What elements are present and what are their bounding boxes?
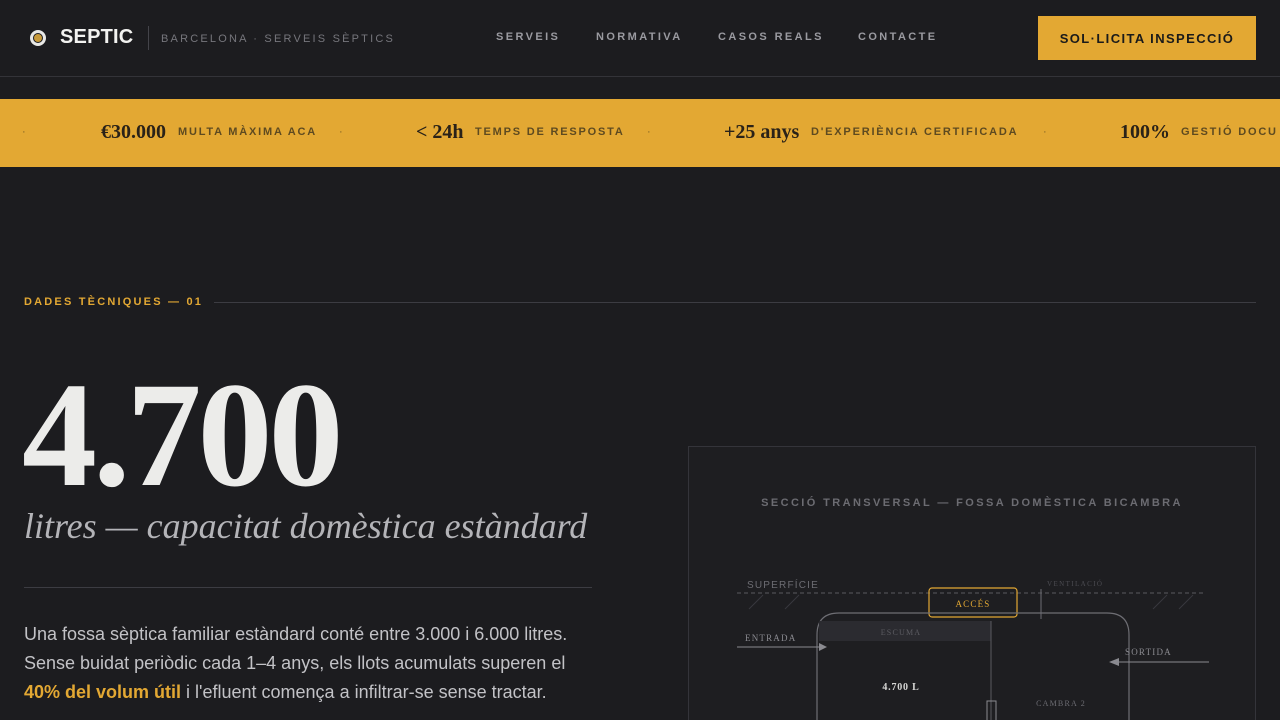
outlet-label: SORTIDA — [1125, 647, 1172, 657]
volume-label: 4.700 L — [882, 682, 919, 693]
nav-link-contacte[interactable]: CONTACTE — [858, 31, 938, 43]
request-inspection-button[interactable]: SOL·LICITA INSPECCIÓ — [1038, 16, 1256, 60]
tank-cross-section-diagram: SUPERFÍCIE VENTILACIÓ ACCÉS ESCUMA ENTRA… — [737, 578, 1209, 720]
vent-label: VENTILACIÓ — [1047, 580, 1103, 588]
ticker-value: +25 anys — [724, 121, 800, 143]
ticker-label: TEMPS DE RESPOSTA — [475, 126, 625, 138]
capacity-number: 4.700 — [22, 352, 343, 518]
nav-link-normativa[interactable]: NORMATIVA — [596, 31, 683, 43]
ticker-separator: · — [647, 126, 651, 138]
content-divider — [24, 587, 592, 588]
surface-label: SUPERFÍCIE — [747, 578, 819, 591]
capacity-subtitle: litres — capacitat domèstica estàndard — [24, 506, 588, 546]
ticker-label: GESTIÓ DOCU — [1181, 126, 1278, 138]
nav-link-casos-reals[interactable]: CASOS REALS — [718, 31, 824, 43]
access-label: ACCÉS — [955, 599, 990, 609]
site-header: SEPTIC BARCELONA · SERVEIS SÈPTICS SERVE… — [0, 0, 1280, 77]
tank-diagram-card: SECCIÓ TRANSVERSAL — FOSSA DOMÈSTICA BIC… — [688, 446, 1256, 720]
brand-tagline: BARCELONA · SERVEIS SÈPTICS — [161, 33, 396, 45]
body-text-start: Una fossa sèptica familiar estàndard con… — [24, 624, 568, 673]
scum-label: ESCUMA — [881, 628, 922, 637]
ticker-value: < 24h — [416, 121, 464, 143]
brand-name[interactable]: SEPTIC — [60, 26, 133, 49]
section-body: Una fossa sèptica familiar estàndard con… — [24, 620, 604, 707]
outlet-arrow-icon — [1109, 658, 1119, 666]
ticker-label: MULTA MÀXIMA ACA — [178, 126, 317, 138]
chamber-2-label: CAMBRA 2 — [1036, 699, 1086, 708]
inlet-arrow-icon — [819, 643, 827, 651]
nav-link-serveis[interactable]: SERVEIS — [496, 31, 560, 43]
ticker-separator: · — [339, 126, 343, 138]
section-divider — [214, 302, 1256, 303]
body-highlight: 40% del volum útil — [24, 682, 182, 702]
ticker-value: 100% — [1120, 121, 1170, 143]
section-label: DADES TÈCNIQUES — 01 — [24, 296, 204, 308]
ticker-label: D'EXPERIÈNCIA CERTIFICADA — [811, 126, 1019, 138]
ticker-separator: · — [22, 126, 26, 138]
brand-divider — [148, 26, 149, 50]
ticker-separator: · — [1043, 126, 1047, 138]
inlet-label: ENTRADA — [745, 633, 796, 643]
brand-logo-icon[interactable] — [30, 30, 46, 46]
body-text-end: i l'efluent comença a infiltrar-se sense… — [181, 682, 547, 702]
stats-ticker: · €30.000 MULTA MÀXIMA ACA · < 24h TEMPS… — [0, 99, 1280, 167]
ticker-value: €30.000 — [101, 121, 166, 143]
